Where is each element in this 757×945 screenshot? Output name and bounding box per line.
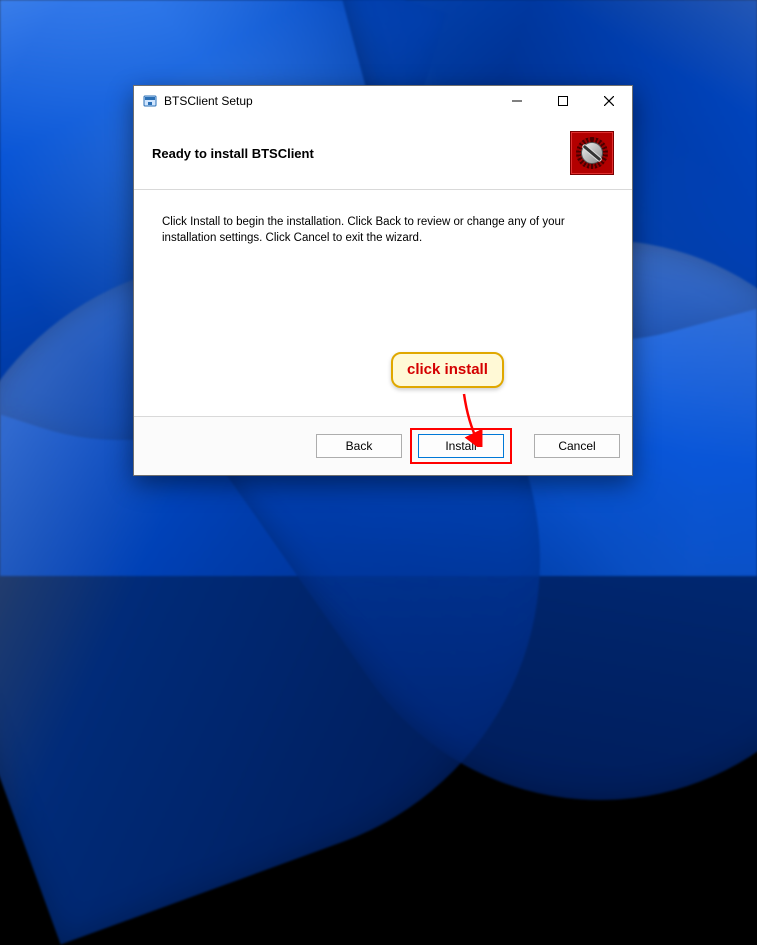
back-button[interactable]: Back <box>316 434 402 458</box>
wizard-footer: Back Install Cancel <box>134 416 632 475</box>
disc-icon <box>576 137 608 169</box>
wizard-header: Ready to install BTSClient <box>134 116 632 190</box>
window-controls <box>494 86 632 115</box>
titlebar[interactable]: BTSClient Setup <box>134 86 632 116</box>
installer-icon <box>142 93 158 109</box>
minimize-button[interactable] <box>494 86 540 115</box>
close-button[interactable] <box>586 86 632 115</box>
annotation-callout: click install <box>391 352 504 388</box>
instruction-text: Click Install to begin the installation.… <box>162 214 582 246</box>
installer-window: BTSClient Setup Ready to install BTSClie… <box>133 85 633 476</box>
install-highlight-box: Install <box>410 428 512 464</box>
product-logo <box>570 131 614 175</box>
maximize-button[interactable] <box>540 86 586 115</box>
page-title: Ready to install BTSClient <box>152 146 314 161</box>
wizard-body: Click Install to begin the installation.… <box>134 190 632 416</box>
cancel-button[interactable]: Cancel <box>534 434 620 458</box>
window-title: BTSClient Setup <box>164 94 494 108</box>
install-button[interactable]: Install <box>418 434 504 458</box>
